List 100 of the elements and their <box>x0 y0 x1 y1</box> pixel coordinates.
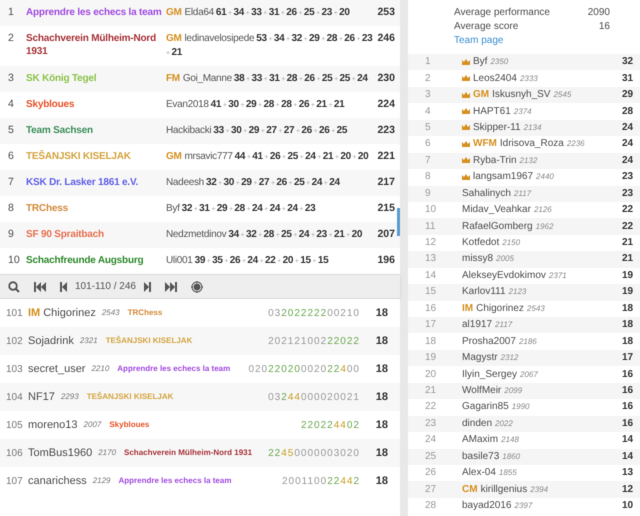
player-name[interactable]: langsam1967 <box>473 171 534 184</box>
team-total: 246 <box>376 32 396 45</box>
player-total: 18 <box>374 446 389 461</box>
team-name[interactable]: Skybloues <box>109 419 150 431</box>
player-name[interactable]: basile73 <box>462 450 500 463</box>
player-score: 16 <box>622 418 634 430</box>
team-total: 230 <box>376 72 396 85</box>
player-name[interactable]: bayad2016 <box>462 500 512 512</box>
team-name[interactable]: Schachverein Mülheim-Nord 1931 <box>124 447 252 459</box>
search-icon[interactable] <box>8 280 20 292</box>
rank: 9 <box>424 188 432 200</box>
stat-value: 16 <box>598 20 610 34</box>
player-rating: 2005 <box>496 253 514 266</box>
player-name[interactable]: Chigorinez <box>476 302 524 315</box>
player-rating: 2236 <box>566 138 585 150</box>
score-sheet: 20212100222022 <box>268 334 360 348</box>
player-name[interactable]: dinden <box>462 418 492 430</box>
player-name[interactable]: Midav_Veahkar <box>462 204 531 216</box>
player-name[interactable]: canarichess <box>28 472 87 490</box>
score-sheet: 03202222200210 <box>268 306 360 320</box>
team-total: 196 <box>376 254 396 267</box>
player-name[interactable]: Ryba-Trin <box>473 154 517 167</box>
player-name[interactable]: Gagarin85 <box>462 401 509 414</box>
player-title: WFM <box>473 138 497 150</box>
rank: 12 <box>424 237 438 250</box>
player-name[interactable]: Karlov111 <box>462 286 506 298</box>
first-page-icon[interactable] <box>34 282 46 292</box>
player-rating: 2126 <box>534 204 552 216</box>
player-name[interactable]: missy8 <box>462 253 494 266</box>
rank: 19 <box>424 352 438 364</box>
player-score: 19 <box>622 270 634 282</box>
rank: 103 <box>5 362 24 376</box>
player-rating: 1860 <box>502 450 520 463</box>
team-name[interactable]: Schachfreunde Augsburg <box>26 254 166 267</box>
player-name[interactable]: kirillgenius <box>480 484 528 496</box>
team-name[interactable]: Skybloues <box>26 98 166 111</box>
player-score: 29 <box>622 89 634 102</box>
rank: 26 <box>424 467 438 480</box>
player-name[interactable]: secret_user <box>28 360 86 378</box>
player-name[interactable]: AMaxim <box>462 434 498 446</box>
player-name[interactable]: Sojadrink <box>28 332 74 350</box>
player-score: 18 <box>622 302 634 315</box>
player-total: 18 <box>374 362 389 377</box>
player-name[interactable]: Ilyin_Sergey <box>462 368 518 381</box>
player-total: 18 <box>374 306 389 321</box>
player-name[interactable]: moreno13 <box>28 416 78 434</box>
rank: 107 <box>5 474 24 488</box>
rank: 3 <box>7 72 15 85</box>
scroll-thumb[interactable] <box>397 208 400 236</box>
player-name[interactable]: AlekseyEvdokimov <box>462 270 546 282</box>
team-name[interactable]: Schachverein Mülheim-Nord 1931 <box>26 32 166 58</box>
rank: 13 <box>424 253 438 266</box>
player-name[interactable]: al1917 <box>462 319 492 332</box>
player-score: 28 <box>622 106 634 118</box>
rank: 5 <box>7 124 15 137</box>
player-name[interactable]: Iskusnyh_SV <box>492 89 550 102</box>
team-name[interactable]: KSK Dr. Lasker 1861 e.V. <box>26 176 166 189</box>
player-name[interactable]: Prosha2007 <box>462 336 516 348</box>
player-rating: 2117 <box>495 319 512 332</box>
player-rating: 2148 <box>501 434 519 446</box>
team-name[interactable]: Apprendre les echecs la team <box>117 363 230 375</box>
rank: 1 <box>7 6 15 19</box>
player-rating: 2099 <box>504 384 522 397</box>
target-icon[interactable] <box>190 280 203 292</box>
player-name[interactable]: TomBus1960 <box>28 444 92 462</box>
player-rating: 2150 <box>502 237 520 250</box>
player-name[interactable]: RafaelGomberg <box>462 220 533 233</box>
player-rating: 2067 <box>520 368 538 381</box>
score-sheet: 03244000020021 <box>268 390 360 404</box>
player-score: 10 <box>622 500 634 512</box>
last-page-icon[interactable] <box>164 282 177 292</box>
rank: 21 <box>424 384 438 397</box>
player-name[interactable]: Magystr <box>462 352 498 364</box>
player-name[interactable]: Leos2404 <box>473 72 517 85</box>
player-name[interactable]: Sahalinych <box>462 188 511 200</box>
player-total: 18 <box>374 334 389 349</box>
stat-value: 2090 <box>588 6 610 20</box>
player-name[interactable]: Chigorinez <box>43 304 96 322</box>
player-name[interactable]: Kotfedot <box>462 237 500 250</box>
rank: 7 <box>424 154 432 167</box>
rank: 14 <box>424 270 438 282</box>
player-name[interactable]: Byf <box>473 56 488 68</box>
next-page-icon[interactable] <box>144 282 151 292</box>
player-score: 21 <box>622 237 634 250</box>
player-name[interactable]: NF17 <box>28 388 55 406</box>
previous-page-icon[interactable] <box>60 282 67 292</box>
rank: 17 <box>424 319 438 332</box>
player-name[interactable]: Alex-04 <box>462 467 496 480</box>
player-name[interactable]: Skipper-11 <box>473 122 521 134</box>
player-name[interactable]: WolfMeir <box>462 384 502 397</box>
team-name[interactable]: Apprendre les echecs la team <box>26 6 166 19</box>
rank: 22 <box>424 401 438 414</box>
player-rating: 2293 <box>60 391 79 403</box>
team-name[interactable]: Apprendre les echecs la team <box>118 475 232 487</box>
player-rating: 2123 <box>508 286 526 298</box>
player-name[interactable]: HAPT61 <box>473 106 511 118</box>
team-name[interactable]: Team Sachsen <box>26 124 166 137</box>
player-rating: 2545 <box>553 89 572 102</box>
player-score: 16 <box>622 401 634 414</box>
player-name[interactable]: Idrisova_Roza <box>500 138 564 150</box>
